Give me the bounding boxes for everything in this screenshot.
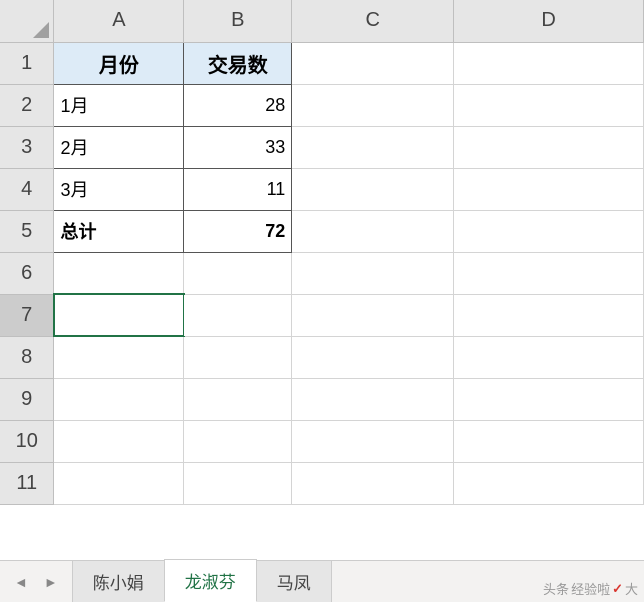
cell-C4[interactable] xyxy=(292,168,454,210)
row-header-8[interactable]: 8 xyxy=(0,336,54,378)
cell-D8[interactable] xyxy=(454,336,644,378)
cell-C8[interactable] xyxy=(292,336,454,378)
row-header-2[interactable]: 2 xyxy=(0,84,54,126)
cell-D9[interactable] xyxy=(454,378,644,420)
cell-A1[interactable]: 月份 xyxy=(54,42,184,84)
sheet-nav-next-icon[interactable]: ► xyxy=(44,574,58,590)
cell-A8[interactable] xyxy=(54,336,184,378)
cell-A7[interactable] xyxy=(54,294,184,336)
cell-D10[interactable] xyxy=(454,420,644,462)
cell-D2[interactable] xyxy=(454,84,644,126)
cell-D4[interactable] xyxy=(454,168,644,210)
cell-A10[interactable] xyxy=(54,420,184,462)
cell-B2[interactable]: 28 xyxy=(184,84,292,126)
row-header-4[interactable]: 4 xyxy=(0,168,54,210)
row-header-3[interactable]: 3 xyxy=(0,126,54,168)
sheet-tab-1[interactable]: 龙淑芬 xyxy=(164,559,257,602)
spreadsheet-grid[interactable]: A B C D 1 月份 交易数 2 1月 28 3 2月 33 4 3月 11… xyxy=(0,0,644,505)
cell-C1[interactable] xyxy=(292,42,454,84)
cell-D6[interactable] xyxy=(454,252,644,294)
cell-D5[interactable] xyxy=(454,210,644,252)
cell-B1[interactable]: 交易数 xyxy=(184,42,292,84)
sheet-tabs-bar: ◄ ► 陈小娟 龙淑芬 马凤 头条 经验啦 ✓ 大 xyxy=(0,560,644,602)
cell-B7[interactable] xyxy=(184,294,292,336)
cell-C11[interactable] xyxy=(292,462,454,504)
row-header-9[interactable]: 9 xyxy=(0,378,54,420)
cell-D3[interactable] xyxy=(454,126,644,168)
check-icon: ✓ xyxy=(612,581,623,597)
cell-B11[interactable] xyxy=(184,462,292,504)
cell-B9[interactable] xyxy=(184,378,292,420)
cell-B4[interactable]: 11 xyxy=(184,168,292,210)
cell-B5[interactable]: 72 xyxy=(184,210,292,252)
cell-C9[interactable] xyxy=(292,378,454,420)
cell-A6[interactable] xyxy=(54,252,184,294)
cell-C3[interactable] xyxy=(292,126,454,168)
watermark-tail: 大 xyxy=(625,579,638,598)
cell-C6[interactable] xyxy=(292,252,454,294)
cell-D7[interactable] xyxy=(454,294,644,336)
cell-B6[interactable] xyxy=(184,252,292,294)
sheet-tabs: 陈小娟 龙淑芬 马凤 xyxy=(72,561,331,602)
cell-C2[interactable] xyxy=(292,84,454,126)
row-header-1[interactable]: 1 xyxy=(0,42,54,84)
cell-A11[interactable] xyxy=(54,462,184,504)
row-header-6[interactable]: 6 xyxy=(0,252,54,294)
watermark: 头条 经验啦 ✓ 大 xyxy=(543,579,638,598)
cell-A2[interactable]: 1月 xyxy=(54,84,184,126)
col-header-B[interactable]: B xyxy=(184,0,292,42)
cell-A3[interactable]: 2月 xyxy=(54,126,184,168)
cell-B3[interactable]: 33 xyxy=(184,126,292,168)
cell-A9[interactable] xyxy=(54,378,184,420)
sheet-nav-prev-icon[interactable]: ◄ xyxy=(14,574,28,590)
cell-C5[interactable] xyxy=(292,210,454,252)
watermark-text1: 头条 xyxy=(543,579,569,598)
sheet-tab-0[interactable]: 陈小娟 xyxy=(72,560,165,602)
cell-B10[interactable] xyxy=(184,420,292,462)
cell-C10[interactable] xyxy=(292,420,454,462)
col-header-A[interactable]: A xyxy=(54,0,184,42)
cell-D1[interactable] xyxy=(454,42,644,84)
sheet-nav-buttons: ◄ ► xyxy=(0,561,72,602)
cell-D11[interactable] xyxy=(454,462,644,504)
select-all-corner[interactable] xyxy=(0,0,54,42)
cell-C7[interactable] xyxy=(292,294,454,336)
row-header-10[interactable]: 10 xyxy=(0,420,54,462)
row-header-11[interactable]: 11 xyxy=(0,462,54,504)
watermark-text2: 经验啦 xyxy=(571,579,610,598)
col-header-C[interactable]: C xyxy=(292,0,454,42)
row-header-7[interactable]: 7 xyxy=(0,294,54,336)
cell-A4[interactable]: 3月 xyxy=(54,168,184,210)
row-header-5[interactable]: 5 xyxy=(0,210,54,252)
col-header-D[interactable]: D xyxy=(454,0,644,42)
cell-B8[interactable] xyxy=(184,336,292,378)
sheet-tab-2[interactable]: 马凤 xyxy=(256,560,332,602)
cell-A5[interactable]: 总计 xyxy=(54,210,184,252)
